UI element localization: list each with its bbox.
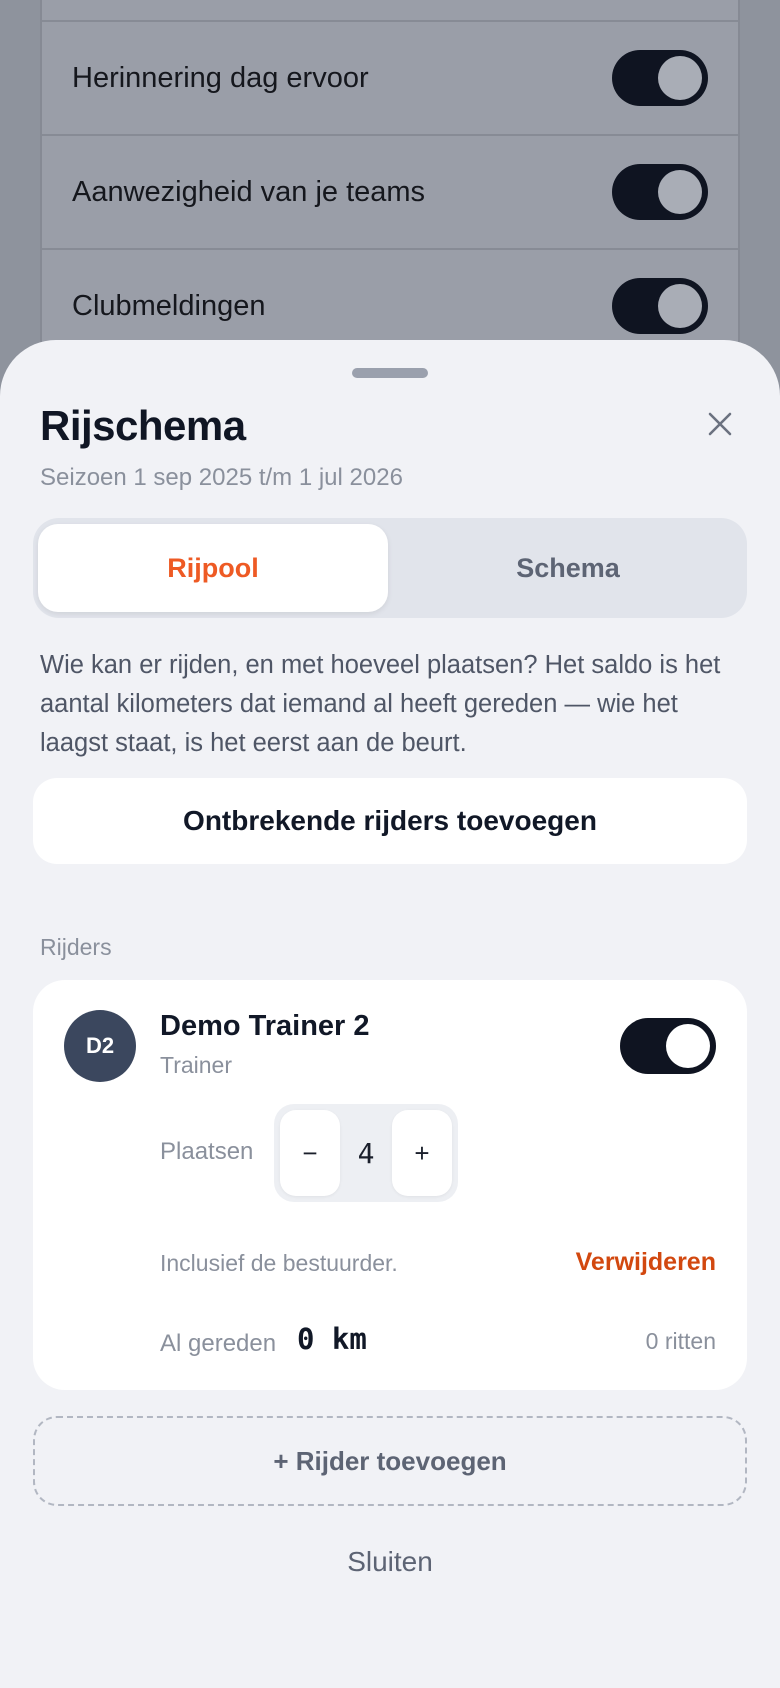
rider-enabled-toggle[interactable] xyxy=(620,1018,716,1074)
toggle-knob xyxy=(666,1024,710,1068)
club-notifications-toggle[interactable] xyxy=(612,278,708,334)
setting-label: Herinnering dag ervoor xyxy=(72,61,369,94)
increment-button[interactable]: + xyxy=(392,1110,452,1196)
places-label: Plaatsen xyxy=(160,1138,254,1165)
bottom-sheet: Rijschema Seizoen 1 sep 2025 t/m 1 jul 2… xyxy=(0,340,780,1688)
add-missing-riders-button[interactable]: Ontbrekende rijders toevoegen xyxy=(33,778,747,864)
places-value: 4 xyxy=(357,1136,375,1170)
setting-label: Aanwezigheid van je teams xyxy=(72,175,426,208)
segmented-control: Rijpool Schema xyxy=(33,518,747,618)
rides-count: 0 ritten xyxy=(645,1328,716,1354)
avatar: D2 xyxy=(64,1010,136,1082)
add-rider-button[interactable]: + Rijder toevoegen xyxy=(33,1416,747,1506)
reminder-toggle[interactable] xyxy=(612,50,708,106)
rider-name: Demo Trainer 2 xyxy=(160,1010,370,1042)
setting-row-reminder[interactable]: Herinnering dag ervoor xyxy=(42,22,738,136)
setting-row-attendance[interactable]: Aanwezigheid van je teams xyxy=(42,136,738,250)
sheet-subtitle: Seizoen 1 sep 2025 t/m 1 jul 2026 xyxy=(40,464,403,491)
rider-card: D2 Demo Trainer 2 Trainer Plaatsen − 4 +… xyxy=(33,980,747,1390)
tab-rijpool[interactable]: Rijpool xyxy=(38,524,388,612)
places-stepper: − 4 + xyxy=(274,1104,458,1202)
close-button[interactable]: Sluiten xyxy=(290,1536,490,1588)
places-note: Inclusief de bestuurder. xyxy=(160,1250,398,1276)
sheet-grabber[interactable] xyxy=(352,368,428,378)
driven-value: 0 km xyxy=(297,1322,367,1356)
driven-label: Al gereden xyxy=(160,1330,277,1357)
close-icon[interactable] xyxy=(700,404,740,444)
toggle-knob xyxy=(658,170,702,214)
sheet-title: Rijschema xyxy=(40,402,246,449)
attendance-toggle[interactable] xyxy=(612,164,708,220)
remove-rider-button[interactable]: Verwijderen xyxy=(576,1248,716,1277)
toggle-knob xyxy=(658,56,702,100)
setting-label: Clubmeldingen xyxy=(72,289,266,322)
decrement-button[interactable]: − xyxy=(280,1110,340,1196)
section-label-riders: Rijders xyxy=(40,934,112,960)
tab-schema[interactable]: Schema xyxy=(393,524,743,612)
toggle-knob xyxy=(658,284,702,328)
rider-role: Trainer xyxy=(160,1052,232,1078)
description-text: Wie kan er rijden, en met hoeveel plaats… xyxy=(40,651,721,757)
